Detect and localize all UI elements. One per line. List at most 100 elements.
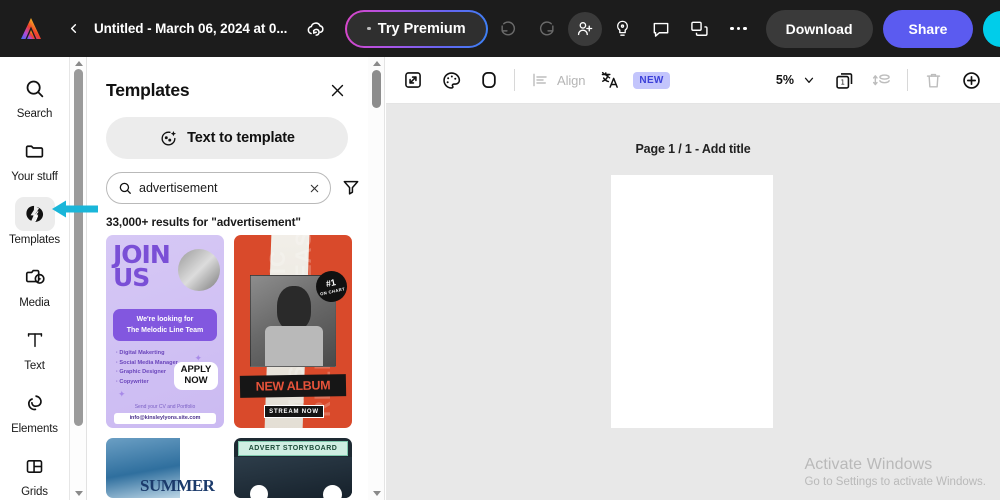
canvas-toolbar: Align NEW 5% 1 xyxy=(386,57,1000,104)
sidebar-item-text[interactable]: Text xyxy=(4,323,66,372)
app-window: Untitled - March 06, 2024 at 0... Try Pr… xyxy=(0,0,1000,500)
add-person-icon[interactable] xyxy=(567,11,602,46)
back-button[interactable] xyxy=(60,16,86,42)
sparkle-decor-icon: ✦ xyxy=(118,389,126,399)
undo-icon[interactable] xyxy=(492,12,526,46)
sidebar-item-your-stuff[interactable]: Your stuff xyxy=(4,134,66,183)
cloud-sync-icon[interactable] xyxy=(301,15,331,43)
template-headline: NEW ALBUM xyxy=(239,374,347,398)
zoom-level[interactable]: 5% xyxy=(776,73,794,87)
sidebar-item-media[interactable]: Media xyxy=(4,260,66,309)
scrollbar-thumb[interactable] xyxy=(74,69,83,426)
template-figure-body xyxy=(265,326,323,366)
share-button[interactable]: Share xyxy=(882,9,974,48)
template-figure xyxy=(277,286,311,330)
filter-icon[interactable] xyxy=(341,177,363,199)
reorder-pages-icon[interactable] xyxy=(867,65,897,95)
try-premium-label: Try Premium xyxy=(377,20,466,37)
grids-icon xyxy=(15,449,55,483)
user-avatar[interactable] xyxy=(983,10,1000,47)
scroll-down-arrow-icon[interactable] xyxy=(373,491,381,496)
try-premium-button[interactable]: Try Premium xyxy=(345,10,487,48)
template-cta: STREAM NOW xyxy=(264,405,324,418)
lightbulb-icon[interactable] xyxy=(606,12,640,46)
sidebar-label: Media xyxy=(19,297,50,309)
close-icon[interactable] xyxy=(326,79,348,101)
sidebar-label: Templates xyxy=(8,234,61,246)
panel-scrollbar[interactable] xyxy=(368,57,385,500)
template-headline: SUMMER xyxy=(140,476,215,495)
text-to-template-label: Text to template xyxy=(187,130,295,146)
download-label: Download xyxy=(785,20,853,37)
search-input[interactable] xyxy=(139,181,300,195)
add-page-icon[interactable] xyxy=(956,65,986,95)
canvas-area: Align NEW 5% 1 Page 1 / 1 - Add title Ac… xyxy=(386,57,1000,500)
color-palette-icon[interactable] xyxy=(436,65,466,95)
toolbar-divider xyxy=(514,69,515,91)
sidebar-item-elements[interactable]: Elements xyxy=(4,386,66,435)
download-button[interactable]: Download xyxy=(765,9,873,48)
template-title: JOIN US xyxy=(113,240,171,292)
redo-icon[interactable] xyxy=(530,12,564,46)
svg-text:1: 1 xyxy=(840,78,844,86)
rounded-shape-icon[interactable] xyxy=(474,65,504,95)
panel-header: Templates xyxy=(88,57,366,101)
template-band: We're looking for The Melodic Line Team xyxy=(113,309,217,341)
toolbar-divider xyxy=(907,69,908,91)
sidebar-label: Text xyxy=(24,360,45,372)
sparkle-icon xyxy=(159,129,178,148)
sidebar-label: Search xyxy=(16,108,53,120)
sidebar-item-search[interactable]: Search xyxy=(4,71,66,120)
template-decor xyxy=(323,485,342,498)
watermark-subtitle: Go to Settings to activate Windows. xyxy=(804,476,986,488)
chevron-down-icon[interactable] xyxy=(797,68,821,92)
text-icon xyxy=(15,323,55,357)
new-badge: NEW xyxy=(633,71,670,89)
template-card[interactable]: MUSIC RELEASE MUSIC RELEASE #1 ON CHART … xyxy=(234,235,352,428)
sidebar-label: Elements xyxy=(11,423,58,435)
resize-icon[interactable] xyxy=(398,65,428,95)
adobe-express-logo[interactable] xyxy=(16,14,46,44)
premium-dot-icon xyxy=(367,26,371,31)
align-label: Align xyxy=(557,72,586,88)
template-email: info@kinsleylyons.site.com xyxy=(114,413,216,424)
template-cta: APPLY NOW xyxy=(174,362,218,390)
template-search-box[interactable] xyxy=(106,172,331,204)
template-card[interactable]: SUMMER xyxy=(106,438,224,498)
scroll-up-arrow-icon[interactable] xyxy=(373,61,381,66)
sidebar-label: Grids xyxy=(21,486,48,498)
templates-panel: Templates Text to template advertisement… xyxy=(88,57,366,500)
canvas-page[interactable] xyxy=(611,175,773,428)
sidebar-scrollbar[interactable] xyxy=(70,57,87,500)
align-icon[interactable] xyxy=(525,65,555,95)
trash-icon[interactable] xyxy=(918,65,948,95)
left-sidebar: Search Your stuff Templates Media Text E… xyxy=(0,57,70,500)
share-label: Share xyxy=(908,20,948,37)
comment-icon[interactable] xyxy=(644,12,678,46)
document-title[interactable]: Untitled - March 06, 2024 at 0... xyxy=(94,21,287,36)
search-icon xyxy=(118,181,132,195)
scrollbar-thumb[interactable] xyxy=(372,70,381,108)
clear-icon[interactable] xyxy=(307,181,321,195)
page-title-label[interactable]: Page 1 / 1 - Add title xyxy=(386,142,1000,156)
scroll-down-arrow-icon[interactable] xyxy=(75,491,83,496)
sidebar-item-templates[interactable]: Templates xyxy=(4,197,66,246)
results-count: 33,000+ results for "advertisement" xyxy=(106,215,301,229)
copy-icon[interactable] xyxy=(682,12,716,46)
windows-activation-watermark: Activate Windows Go to Settings to activ… xyxy=(804,456,986,488)
templates-icon xyxy=(14,197,55,231)
sidebar-item-grids[interactable]: Grids xyxy=(4,449,66,498)
media-icon xyxy=(15,260,55,294)
text-to-template-button[interactable]: Text to template xyxy=(106,117,348,159)
template-headline: ADVERT STORYBOARD xyxy=(238,441,348,456)
template-decor xyxy=(250,485,268,498)
scroll-up-arrow-icon[interactable] xyxy=(75,61,83,66)
more-options-icon[interactable] xyxy=(724,14,754,44)
pages-icon[interactable]: 1 xyxy=(829,65,859,95)
template-roles: · Digital Makerting · Social Media Manag… xyxy=(116,350,178,385)
template-card[interactable]: ADVERT STORYBOARD xyxy=(234,438,352,498)
translate-icon[interactable] xyxy=(595,65,625,95)
template-photo xyxy=(178,249,220,291)
template-card[interactable]: JOIN US We're looking for The Melodic Line… xyxy=(106,235,224,428)
folder-icon xyxy=(15,134,55,168)
